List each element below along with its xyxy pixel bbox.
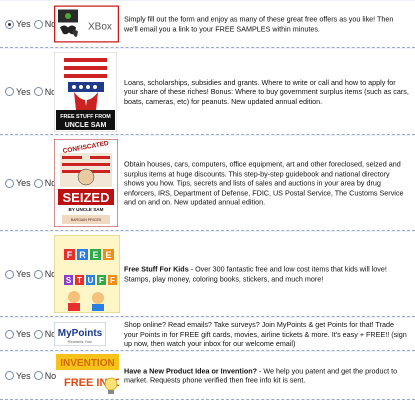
offer-choices: Yes No: [5, 329, 56, 339]
svg-text:UNCLE SAM: UNCLE SAM: [65, 122, 107, 129]
invention-image[interactable]: INVENTION FREE INFO: [56, 353, 119, 398]
yes-label: Yes: [16, 329, 31, 339]
offers-list: Yes No XBox Simply fill out the form and…: [0, 0, 415, 400]
yes-label: Yes: [16, 370, 31, 381]
yes-radio[interactable]: Yes: [5, 87, 31, 97]
no-radio[interactable]: No: [33, 269, 56, 279]
no-radio[interactable]: No: [33, 370, 57, 381]
svg-text:Rewards You!: Rewards You!: [68, 339, 93, 344]
yes-radio[interactable]: Yes: [5, 178, 31, 188]
svg-text:T: T: [77, 276, 82, 285]
xbox-image-label: XBox: [88, 22, 112, 33]
svg-text:F: F: [67, 250, 73, 260]
no-radio[interactable]: No: [33, 178, 56, 188]
svg-text:E: E: [105, 250, 111, 260]
svg-text:SEIZED: SEIZED: [63, 190, 110, 205]
radio-circle[interactable]: [33, 178, 43, 188]
offer-choices: Yes No: [5, 371, 56, 381]
offer-description: Simply fill out the form and enjoy as ma…: [124, 14, 394, 34]
svg-text:S: S: [66, 276, 72, 285]
svg-text:F: F: [99, 276, 104, 285]
uncle-sam-book-image[interactable]: FREE STUFF FROM UNCLE SAM: [54, 51, 117, 132]
xbox-image[interactable]: XBox: [54, 5, 119, 43]
offer-title: Have a New Product Idea or Invention?: [124, 366, 257, 375]
svg-text:MyPoints: MyPoints: [58, 328, 103, 339]
offer-row-xbox: Yes No XBox Simply fill out the form and…: [0, 0, 415, 48]
offer-description: Free Stuff For Kids - Over 300 fantastic…: [124, 265, 409, 284]
mypoints-logo[interactable]: MyPoints Rewards You!: [54, 322, 106, 346]
radio-circle[interactable]: [5, 371, 14, 380]
offer-row-mypoints: Yes No MyPoints Rewards You! Shop online…: [0, 317, 415, 351]
svg-text:BY UNCLE SAM: BY UNCLE SAM: [69, 207, 104, 212]
radio-circle[interactable]: [5, 19, 14, 29]
offer-choices: Yes No: [5, 19, 56, 29]
offer-description: Loans, scholarships, subsidies and grant…: [124, 77, 409, 106]
offer-title: Free Stuff For Kids: [124, 264, 189, 274]
yes-radio[interactable]: Yes: [5, 269, 31, 279]
yes-label: Yes: [16, 178, 31, 188]
seized-book-image[interactable]: CONFISCATED SEIZED BY UNCLE SAM BARGAIN …: [54, 139, 118, 227]
offer-choices: Yes No: [5, 87, 56, 97]
no-radio[interactable]: No: [33, 87, 56, 97]
svg-text:E: E: [92, 250, 98, 260]
offer-description: Shop online? Read emails? Take surveys? …: [124, 319, 407, 348]
yes-radio[interactable]: Yes: [5, 19, 31, 29]
offer-description: Obtain houses, cars, computers, office e…: [124, 159, 404, 207]
radio-circle[interactable]: [33, 329, 43, 339]
kids-book-image[interactable]: F R E E S T U F F: [54, 235, 120, 313]
radio-circle[interactable]: [33, 87, 43, 96]
offer-description: Have a New Product Idea or Invention? - …: [124, 366, 409, 385]
svg-text:BARGAIN PRICES: BARGAIN PRICES: [71, 218, 102, 222]
no-radio[interactable]: No: [33, 19, 56, 29]
yes-radio[interactable]: Yes: [5, 371, 31, 381]
svg-text:U: U: [88, 276, 94, 285]
svg-text:F: F: [110, 276, 115, 285]
offer-choices: Yes No: [5, 269, 56, 279]
yes-label: Yes: [16, 86, 31, 97]
offer-row-kids: Yes No F R E E S T U F F Free Stuff For …: [0, 231, 415, 317]
offer-row-invention: Yes No INVENTION FREE INFO Have a New Pr…: [0, 351, 415, 400]
svg-text:INVENTION: INVENTION: [60, 358, 114, 369]
yes-label: Yes: [16, 269, 31, 279]
yes-label: Yes: [16, 19, 31, 29]
offer-choices: Yes No: [5, 178, 56, 188]
radio-circle[interactable]: [33, 269, 43, 279]
radio-circle[interactable]: [5, 87, 14, 96]
svg-text:R: R: [79, 250, 86, 260]
no-radio[interactable]: No: [33, 329, 56, 339]
radio-circle[interactable]: [33, 19, 43, 29]
offer-row-uncle-sam: Yes No FREE STUFF FROM UNCLE SAM Loans, …: [0, 48, 415, 135]
radio-circle[interactable]: [33, 371, 43, 380]
yes-radio[interactable]: Yes: [5, 329, 31, 339]
radio-circle[interactable]: [5, 269, 14, 279]
svg-text:FREE STUFF FROM: FREE STUFF FROM: [60, 114, 111, 120]
offer-row-seized: Yes No CONFISCATED SEIZED BY UNCLE SAM B…: [0, 135, 415, 231]
radio-circle[interactable]: [5, 329, 14, 339]
radio-circle[interactable]: [5, 178, 14, 188]
no-label: No: [44, 370, 57, 381]
